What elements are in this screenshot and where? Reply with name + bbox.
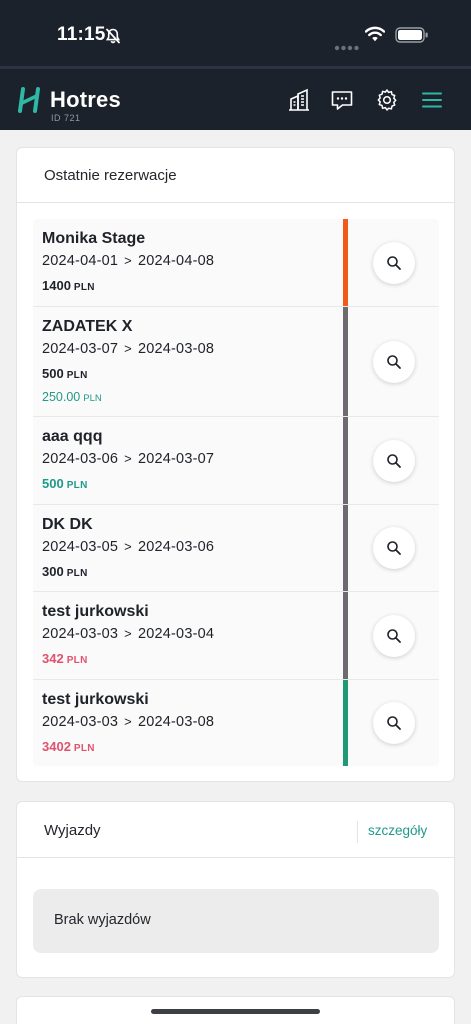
search-button[interactable] <box>373 702 415 744</box>
date-to: 2024-03-04 <box>137 626 215 642</box>
departures-title: Wyjazdy <box>44 822 101 839</box>
signal-dots-icon <box>334 38 360 51</box>
status-bar: 11:15 <box>0 0 471 66</box>
date-from: 2024-03-06 <box>42 451 119 467</box>
header-separator <box>357 821 358 843</box>
bell-off-icon <box>104 27 122 45</box>
chevron-right-icon: > <box>124 341 132 356</box>
search-icon <box>387 454 401 468</box>
app-header: Hotres ID 721 <box>0 66 471 130</box>
reservation-dates: 2024-03-05 >2024-03-06 <box>42 539 214 555</box>
date-to: 2024-03-06 <box>137 539 215 555</box>
guest-name: test jurkowski <box>42 603 149 620</box>
reservation-item[interactable]: DK DK 2024-03-05 >2024-03-06 300 PLN <box>33 505 439 592</box>
guest-name: DK DK <box>42 516 93 533</box>
reservation-amount: 500 PLN <box>42 476 88 491</box>
reservation-item[interactable]: test jurkowski 2024-03-03 >2024-03-08 340… <box>33 680 439 766</box>
chevron-right-icon: > <box>124 626 132 641</box>
search-button[interactable] <box>373 341 415 383</box>
reservation-amount: 3402 PLN <box>42 739 95 754</box>
hotres-logo-icon <box>18 86 42 114</box>
menu-icon[interactable] <box>420 88 444 112</box>
reservation-item[interactable]: aaa qqq 2024-03-06 >2024-03-07 500 PLN <box>33 417 439 505</box>
wifi-icon <box>364 26 386 42</box>
recent-reservations-card: Ostatnie rezerwacje Monika Stage 2024-04… <box>16 147 455 782</box>
messages-icon[interactable] <box>330 88 354 112</box>
reservation-item[interactable]: test jurkowski 2024-03-03 >2024-03-04 342… <box>33 592 439 680</box>
search-icon <box>387 355 401 369</box>
departures-card: Wyjazdy szczegóły Brak wyjazdów <box>16 801 455 978</box>
reservation-amount: 300 PLN <box>42 564 88 579</box>
paid-amount: 250.00 PLN <box>42 390 102 404</box>
date-to: 2024-03-08 <box>137 341 215 357</box>
guest-name: test jurkowski <box>42 691 149 708</box>
chevron-right-icon: > <box>124 253 132 268</box>
date-from: 2024-03-03 <box>42 626 119 642</box>
home-indicator <box>151 1009 320 1014</box>
search-icon <box>387 716 401 730</box>
gear-icon[interactable] <box>375 88 399 112</box>
status-color-bar <box>343 417 348 504</box>
search-button[interactable] <box>373 440 415 482</box>
reservation-dates: 2024-03-03 >2024-03-08 <box>42 714 214 730</box>
reservation-amount: 342 PLN <box>42 651 88 666</box>
date-from: 2024-03-03 <box>42 714 119 730</box>
status-color-bar <box>343 680 348 766</box>
reservation-item[interactable]: Monika Stage 2024-04-01 >2024-04-08 1400 P… <box>33 219 439 307</box>
battery-icon <box>395 27 429 43</box>
reservation-dates: 2024-04-01 >2024-04-08 <box>42 253 214 269</box>
date-to: 2024-03-07 <box>137 451 215 467</box>
status-color-bar <box>343 505 348 591</box>
search-icon <box>387 541 401 555</box>
status-color-bar <box>343 592 348 679</box>
chevron-right-icon: > <box>124 714 132 729</box>
app-name: Hotres <box>50 87 121 112</box>
building-icon[interactable] <box>287 88 311 112</box>
reservation-list: Monika Stage 2024-04-01 >2024-04-08 1400 P… <box>33 219 439 766</box>
account-id: ID 721 <box>51 113 81 123</box>
details-link[interactable]: szczegóły <box>368 823 427 838</box>
date-to: 2024-04-08 <box>137 253 215 269</box>
chevron-right-icon: > <box>124 539 132 554</box>
empty-state: Brak wyjazdów <box>33 889 439 953</box>
guest-name: aaa qqq <box>42 428 103 445</box>
status-color-bar <box>343 219 348 306</box>
reservation-dates: 2024-03-06 >2024-03-07 <box>42 451 214 467</box>
search-icon <box>387 629 401 643</box>
chevron-right-icon: > <box>124 451 132 466</box>
reservation-dates: 2024-03-07 >2024-03-08 <box>42 341 214 357</box>
search-button[interactable] <box>373 242 415 284</box>
status-color-bar <box>343 307 348 416</box>
search-button[interactable] <box>373 615 415 657</box>
date-from: 2024-03-05 <box>42 539 119 555</box>
status-time: 11:15 <box>57 24 106 45</box>
reservation-amount: 500 PLN <box>42 366 88 381</box>
empty-state-text: Brak wyjazdów <box>54 912 151 928</box>
reservation-item[interactable]: ZADATEK X 2024-03-07 >2024-03-08 500 PLN 2… <box>33 307 439 417</box>
card-divider <box>17 857 454 858</box>
search-icon <box>387 256 401 270</box>
card-divider <box>17 202 454 203</box>
reservation-dates: 2024-03-03 >2024-03-04 <box>42 626 214 642</box>
search-button[interactable] <box>373 527 415 569</box>
reservation-amount: 1400 PLN <box>42 278 95 293</box>
date-from: 2024-03-07 <box>42 341 119 357</box>
date-to: 2024-03-08 <box>137 714 215 730</box>
recent-reservations-title: Ostatnie rezerwacje <box>44 167 177 184</box>
guest-name: ZADATEK X <box>42 318 133 335</box>
guest-name: Monika Stage <box>42 230 146 247</box>
date-from: 2024-04-01 <box>42 253 119 269</box>
